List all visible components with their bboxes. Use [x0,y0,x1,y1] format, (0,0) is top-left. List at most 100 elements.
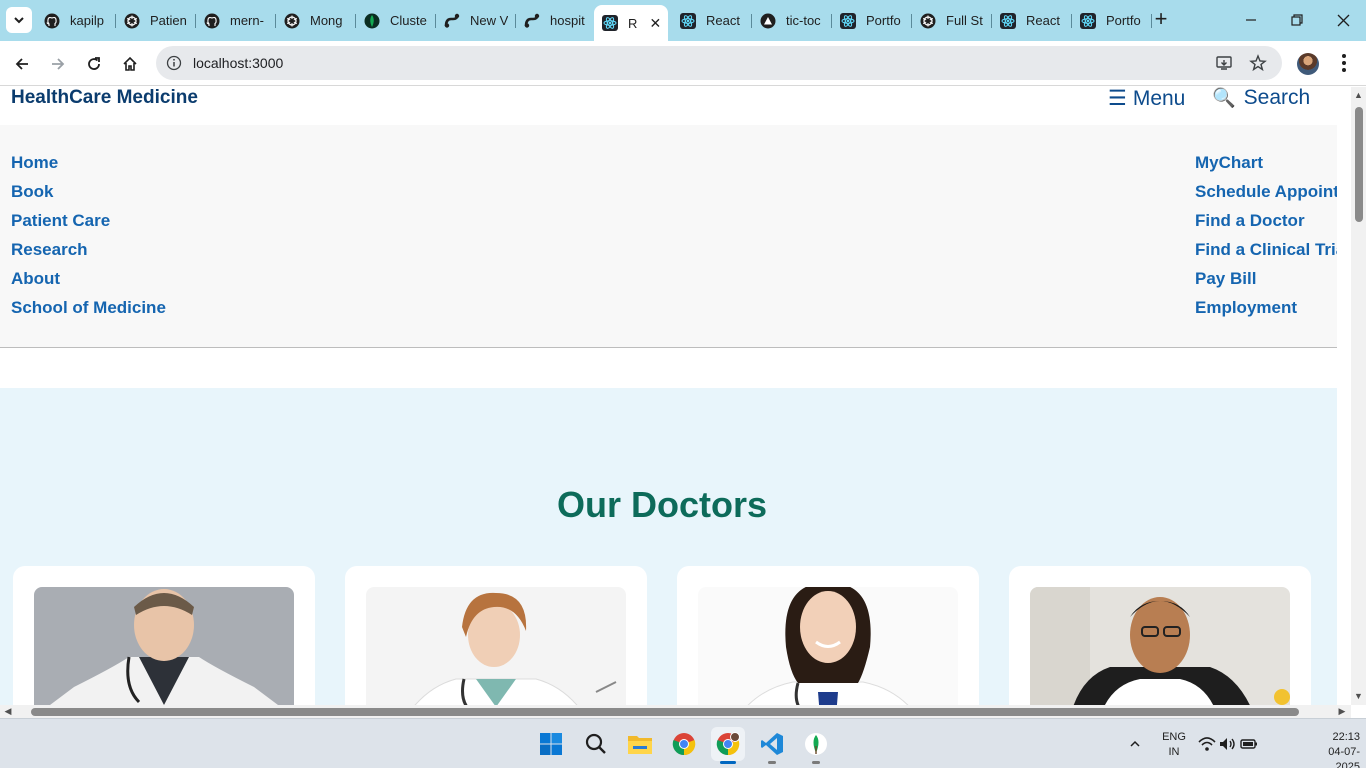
react-icon [602,15,618,31]
doctor-card[interactable] [1009,566,1311,705]
scroll-down-arrow-icon[interactable]: ▼ [1353,691,1364,701]
browser-tab[interactable]: tic-toc [752,6,832,35]
render-icon [444,13,460,29]
menu-link-mychart[interactable]: MyChart [1195,153,1337,182]
restore-icon [1291,14,1303,26]
browser-tab[interactable]: Cluste [356,6,436,35]
tab-title: Cluste [390,13,427,28]
menu-link-book[interactable]: Book [11,182,166,211]
system-tray-status[interactable] [1198,729,1258,759]
horizontal-scroll-thumb[interactable] [31,708,1299,716]
react-icon [840,12,856,29]
browser-tab[interactable]: Mong [276,6,356,35]
browser-menu-button[interactable] [1334,52,1354,74]
bookmark-star-icon[interactable] [1249,54,1267,72]
chevron-up-icon[interactable] [1124,727,1146,761]
tab-title: Patien [150,13,187,28]
react-icon [1000,12,1016,29]
home-button[interactable] [116,50,144,78]
menu-right-column: MyChart Schedule Appointment Find a Doct… [1195,153,1337,327]
tab-title: React [706,13,740,28]
page-viewport: HealthCare Medicine ☰ Menu 🔍 Search Home… [0,87,1366,718]
menu-link-home[interactable]: Home [11,153,166,182]
file-explorer-icon[interactable] [623,727,657,761]
restore-button[interactable] [1274,7,1320,33]
menu-link-school-of-medicine[interactable]: School of Medicine [11,298,166,327]
tab-title: hospit [550,13,585,28]
mongodb-compass-icon[interactable] [799,727,833,764]
mega-menu: Home Book Patient Care Research About Sc… [0,125,1337,348]
render-icon [524,13,540,29]
github-icon [204,13,220,29]
url-text[interactable]: localhost:3000 [193,55,283,71]
search-button[interactable]: 🔍 Search [1212,87,1310,110]
tab-search-button[interactable] [6,7,32,33]
windows-start-icon[interactable] [534,727,568,761]
menu-link-pay-bill[interactable]: Pay Bill [1195,269,1337,298]
install-app-icon[interactable] [1215,54,1233,72]
volume-icon [1220,738,1235,750]
chrome-profile-icon[interactable] [711,727,745,764]
browser-tab[interactable]: Portfo [1072,6,1152,35]
scroll-left-arrow-icon[interactable]: ◀ [2,706,14,717]
browser-tab[interactable]: New V [436,6,516,35]
menu-link-about[interactable]: About [11,269,166,298]
reload-button[interactable] [80,50,108,78]
site-brand[interactable]: HealthCare Medicine [11,87,198,109]
doctor-card[interactable] [677,566,979,705]
menu-link-patient-care[interactable]: Patient Care [11,211,166,240]
profile-avatar[interactable] [1297,53,1319,75]
browser-tab[interactable]: Full St [912,6,992,35]
vertical-scroll-thumb[interactable] [1355,107,1363,222]
tab-title: Mong [310,13,343,28]
browser-tab-strip: kapilp Patien mern- Mong Cluste New V hospit R ✕… [0,0,1366,41]
menu-link-schedule-appointment[interactable]: Schedule Appointment [1195,182,1337,211]
back-button[interactable] [8,50,36,78]
vertical-scrollbar[interactable]: ▲ ▼ [1351,87,1366,705]
browser-tab[interactable]: mern- [196,6,276,35]
scroll-right-arrow-icon[interactable]: ▶ [1336,706,1348,717]
browser-tab-active[interactable]: R ✕ [594,5,668,41]
menu-link-employment[interactable]: Employment [1195,298,1337,327]
search-icon: 🔍 [1212,88,1236,109]
tab-title: tic-toc [786,13,821,28]
menu-button[interactable]: ☰ Menu [1108,87,1185,111]
section-title: Our Doctors [556,484,768,525]
male-doctor-photo [34,587,294,705]
chrome-icon[interactable] [667,727,701,761]
clock[interactable]: 22:13 04-07-2025 [1308,730,1360,768]
browser-tab[interactable]: kapilp [36,6,116,35]
doctor-card[interactable] [13,566,315,705]
address-bar[interactable]: localhost:3000 [156,46,1282,80]
browser-tab[interactable]: React [672,6,752,35]
battery-icon [1240,739,1257,749]
mongodb-leaf-icon [364,13,380,29]
minimize-icon [1246,19,1256,21]
forward-button[interactable] [44,50,72,78]
taskbar: ENG IN 22:13 04-07-2025 [0,718,1366,768]
wifi-icon [1198,737,1216,751]
horizontal-scrollbar[interactable]: ◀ ▶ [0,705,1351,718]
menu-link-find-a-clinical-trial[interactable]: Find a Clinical Trial [1195,240,1337,269]
openai-icon [920,13,936,29]
chevron-down-icon [14,17,24,24]
menu-link-research[interactable]: Research [11,240,166,269]
scroll-up-arrow-icon[interactable]: ▲ [1353,90,1364,100]
browser-tab[interactable]: React [992,6,1072,35]
openai-icon [284,13,300,29]
vscode-icon[interactable] [755,727,789,764]
close-tab-icon[interactable]: ✕ [647,15,663,32]
new-tab-button[interactable]: + [1150,8,1172,32]
minimize-button[interactable] [1228,7,1274,33]
browser-tab[interactable]: hospit [516,6,596,35]
language-indicator[interactable]: ENG IN [1158,730,1190,760]
info-icon[interactable] [166,55,182,71]
search-icon[interactable] [579,727,613,761]
menu-link-find-a-doctor[interactable]: Find a Doctor [1195,211,1337,240]
browser-tab[interactable]: Patien [116,6,196,35]
close-window-button[interactable] [1320,7,1366,33]
browser-tab[interactable]: Portfo [832,6,912,35]
clock-time: 22:13 [1332,731,1360,743]
doctor-card[interactable] [345,566,647,705]
browser-toolbar: localhost:3000 [0,41,1366,86]
